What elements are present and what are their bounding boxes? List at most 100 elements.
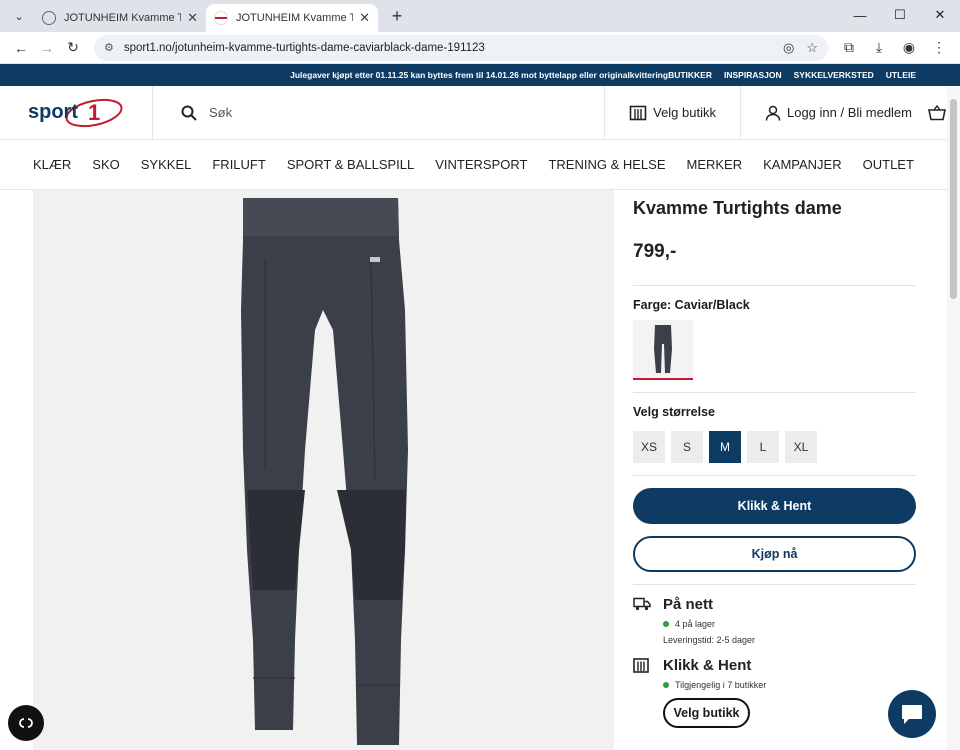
- tights-illustration: [241, 198, 408, 745]
- browser-tab-2[interactable]: JOTUNHEIM Kvamme Turtights ✕: [206, 4, 378, 32]
- reload-icon[interactable]: ↻: [60, 35, 86, 61]
- truck-icon: [633, 596, 663, 645]
- online-availability: På nett 4 på lager Leveringstid: 2-5 dag…: [633, 596, 916, 645]
- nav-item-sport-ballspill[interactable]: SPORT & BALLSPILL: [287, 157, 414, 172]
- close-window-icon[interactable]: ✕: [920, 0, 960, 30]
- in-stock-dot: [663, 621, 669, 627]
- divider: [633, 285, 916, 286]
- divider: [633, 392, 916, 393]
- login-label: Logg inn / Bli medlem: [786, 105, 912, 120]
- color-swatch-caviar-black[interactable]: [633, 320, 693, 380]
- color-label: Farge: Caviar/Black: [633, 298, 750, 312]
- search-icon: [181, 105, 197, 121]
- promo-link-inspirasjon[interactable]: INSPIRASJON: [724, 70, 782, 80]
- url-bar[interactable]: ⚙ sport1.no/jotunheim-kvamme-turtights-d…: [94, 34, 828, 61]
- logo-graphic: sport 1: [28, 98, 123, 127]
- svg-text:1: 1: [88, 100, 100, 125]
- tab-title: JOTUNHEIM Kvamme Turtights: [236, 12, 354, 24]
- nav-item-vintersport[interactable]: VINTERSPORT: [435, 157, 527, 172]
- forward-icon[interactable]: →: [34, 35, 60, 61]
- divider: [633, 475, 916, 476]
- nav-item-outlet[interactable]: OUTLET: [863, 157, 914, 172]
- promo-bar: Julegaver kjøpt etter 01.11.25 kan bytte…: [0, 64, 960, 86]
- minimize-icon[interactable]: —: [840, 0, 880, 30]
- nav-item-sko[interactable]: SKO: [92, 157, 119, 172]
- tab-search-icon[interactable]: ⌄: [8, 5, 30, 27]
- promo-link-utleie[interactable]: UTLEIE: [886, 70, 916, 80]
- site-header: sport 1 Søk Velg butikk Logg inn / Bli m…: [0, 86, 960, 140]
- site-favicon-icon: [214, 11, 228, 25]
- cart-icon: [928, 104, 946, 120]
- sport1-logo[interactable]: sport 1: [0, 86, 153, 139]
- window-controls: — ☐ ✕: [840, 0, 960, 32]
- close-tab-icon[interactable]: ✕: [187, 10, 198, 26]
- click-and-collect-button[interactable]: Klikk & Hent: [633, 488, 916, 524]
- store-icon: [633, 657, 663, 728]
- close-tab-icon[interactable]: ✕: [359, 10, 370, 26]
- product-page: Kvamme Turtights dame 799,- Farge: Cavia…: [0, 190, 960, 750]
- nav-item-kampanjer[interactable]: KAMPANJER: [763, 157, 842, 172]
- cookie-settings-icon[interactable]: [8, 705, 44, 741]
- tracking-icon[interactable]: ◎: [783, 40, 794, 56]
- divider: [633, 584, 916, 585]
- globe-icon: [42, 11, 56, 25]
- pickup-stock-text: Tilgjengelig i 7 butikker: [675, 680, 767, 690]
- nav-item-sykkel[interactable]: SYKKEL: [141, 157, 192, 172]
- nav-item-klaer[interactable]: KLÆR: [33, 157, 71, 172]
- buy-now-button[interactable]: Kjøp nå: [633, 536, 916, 572]
- size-option-m[interactable]: M: [709, 431, 741, 463]
- in-stock-dot: [663, 682, 669, 688]
- bookmark-star-icon[interactable]: ☆: [806, 40, 818, 56]
- size-label: Velg størrelse: [633, 405, 715, 419]
- back-icon[interactable]: ←: [8, 35, 34, 61]
- pickup-stock: Tilgjengelig i 7 butikker: [663, 680, 766, 690]
- scrollbar-thumb[interactable]: [950, 99, 957, 299]
- menu-icon[interactable]: ⋮: [926, 35, 952, 61]
- extensions-icon[interactable]: ⧉: [836, 35, 862, 61]
- address-bar-row: ← → ↻ ⚙ sport1.no/jotunheim-kvamme-turti…: [0, 32, 960, 64]
- profile-icon[interactable]: ◉: [896, 35, 922, 61]
- maximize-icon[interactable]: ☐: [880, 0, 920, 30]
- store-label: Velg butikk: [653, 105, 716, 120]
- url-text: sport1.no/jotunheim-kvamme-turtights-dam…: [123, 41, 485, 54]
- new-tab-icon[interactable]: +: [386, 6, 408, 27]
- delivery-time: Leveringstid: 2-5 dager: [663, 635, 756, 645]
- swatch-thumbnail: [654, 325, 672, 373]
- user-icon: [765, 105, 781, 121]
- nav-item-merker[interactable]: MERKER: [687, 157, 743, 172]
- choose-store-button[interactable]: Velg butikk: [604, 86, 740, 139]
- svg-text:sport: sport: [28, 101, 78, 123]
- promo-message: Julegaver kjøpt etter 01.11.25 kan bytte…: [290, 70, 669, 80]
- product-price: 799,-: [633, 241, 677, 262]
- browser-tab-1[interactable]: JOTUNHEIM Kvamme Turtights ✕: [34, 4, 206, 32]
- product-info: Kvamme Turtights dame 799,- Farge: Cavia…: [633, 190, 916, 728]
- nav-item-friluft[interactable]: FRILUFT: [212, 157, 265, 172]
- size-option-xl[interactable]: XL: [785, 431, 817, 463]
- nav-item-trening-helse[interactable]: TRENING & HELSE: [548, 157, 665, 172]
- promo-link-sykkelverksted[interactable]: SYKKELVERKSTED: [794, 70, 874, 80]
- page-scrollbar[interactable]: [947, 87, 960, 750]
- login-button[interactable]: Logg inn / Bli medlem: [739, 86, 928, 139]
- search-placeholder: Søk: [209, 105, 233, 120]
- promo-link-butikker[interactable]: BUTIKKER: [668, 70, 712, 80]
- size-option-xs[interactable]: XS: [633, 431, 665, 463]
- browser-tabbar: ⌄ JOTUNHEIM Kvamme Turtights ✕ JOTUNHEIM…: [0, 0, 960, 32]
- online-stock-text: 4 på lager: [675, 619, 716, 629]
- tab-title: JOTUNHEIM Kvamme Turtights: [64, 12, 182, 24]
- online-stock: 4 på lager: [663, 619, 755, 629]
- site-settings-icon[interactable]: ⚙: [104, 41, 114, 54]
- main-navigation: KLÆR SKO SYKKEL FRILUFT SPORT & BALLSPIL…: [0, 140, 960, 190]
- search-field[interactable]: Søk: [153, 86, 604, 139]
- chat-bubble-icon: [902, 705, 922, 724]
- size-selector: XS S M L XL: [633, 431, 916, 463]
- online-title: På nett: [663, 596, 714, 613]
- size-option-l[interactable]: L: [747, 431, 779, 463]
- product-title: Kvamme Turtights dame: [633, 198, 842, 218]
- chat-button[interactable]: [888, 690, 936, 738]
- size-option-s[interactable]: S: [671, 431, 703, 463]
- choose-store-pickup-button[interactable]: Velg butikk: [663, 698, 750, 728]
- store-icon: [629, 105, 647, 120]
- product-image[interactable]: [33, 190, 614, 750]
- download-icon[interactable]: ⤓: [866, 35, 892, 61]
- pickup-availability: Klikk & Hent Tilgjengelig i 7 butikker V…: [633, 657, 916, 728]
